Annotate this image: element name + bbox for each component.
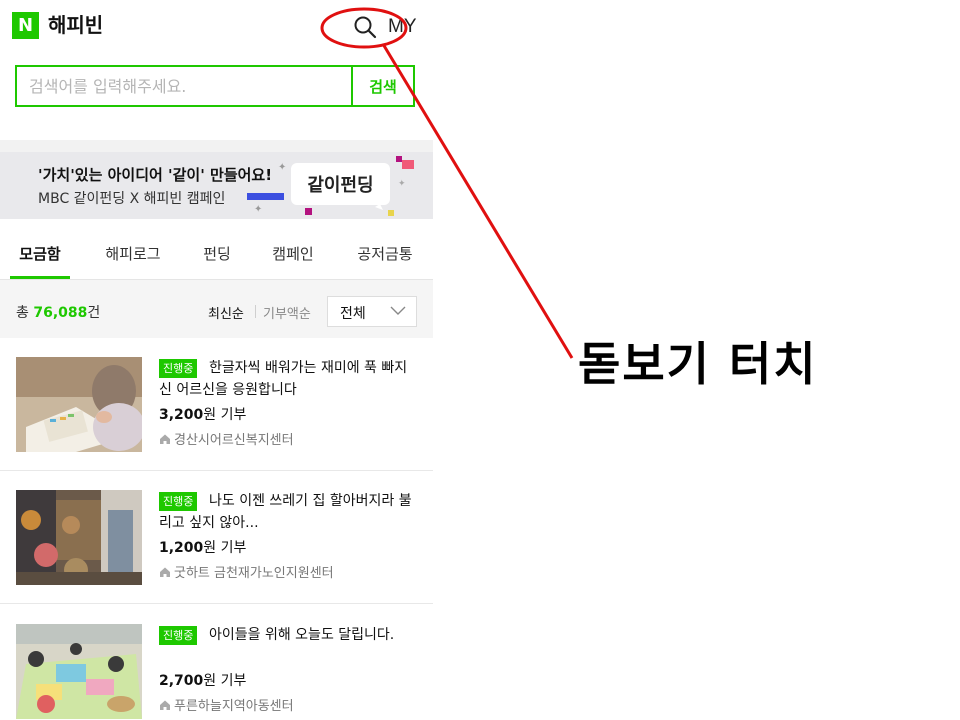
- svg-text:✦: ✦: [254, 204, 262, 215]
- sort-divider: [255, 305, 256, 318]
- tab-piggybank[interactable]: 공저금통: [348, 232, 422, 279]
- mobile-screen: N 해피빈 MY 검색 '가치'있는 아이디어 '같이' 만들어요! MBC 같…: [0, 0, 433, 720]
- tab-happylog[interactable]: 해피로그: [96, 232, 170, 279]
- search-bar: 검색: [15, 65, 415, 107]
- category-select-value: 전체: [340, 306, 366, 322]
- list-item[interactable]: 진행중 한글자씩 배워가는 재미에 푹 빠지신 어르신을 응원합니다 3,200…: [0, 337, 433, 471]
- item-organization[interactable]: 굿하트 금천재가노인지원센터: [159, 562, 334, 581]
- total-count-text: 총 76,088건: [16, 302, 100, 322]
- tab-funding[interactable]: 펀딩: [193, 232, 241, 279]
- item-thumbnail: [16, 624, 142, 719]
- amount-suffix: 원 기부: [203, 540, 247, 556]
- amount-value: 1,200: [159, 540, 204, 556]
- search-icon[interactable]: [352, 14, 378, 40]
- home-icon: [160, 434, 170, 444]
- item-amount: 3,200원 기부: [159, 404, 246, 424]
- list-item[interactable]: 진행중 아이들을 위해 오늘도 달립니다. 2,700원 기부 푸른하늘지역아동…: [0, 604, 433, 720]
- amount-suffix: 원 기부: [203, 407, 247, 423]
- total-prefix: 총: [16, 305, 34, 321]
- category-select[interactable]: 전체: [327, 296, 417, 327]
- item-amount: 1,200원 기부: [159, 537, 246, 557]
- total-count: 76,088: [33, 305, 88, 321]
- list-item[interactable]: 진행중 나도 이젠 쓰레기 집 할아버지라 불리고 싶지 않아... 1,200…: [0, 470, 433, 604]
- tab-donation-box[interactable]: 모금함: [10, 232, 70, 279]
- organization-name: 푸른하늘지역아동센터: [174, 699, 294, 714]
- home-icon: [160, 567, 170, 577]
- amount-suffix: 원 기부: [203, 673, 247, 689]
- amount-value: 3,200: [159, 407, 204, 423]
- item-title[interactable]: 나도 이젠 쓰레기 집 할아버지라 불리고 싶지 않아...: [159, 490, 414, 534]
- home-icon: [160, 700, 170, 710]
- sort-amount-button[interactable]: 기부액순: [263, 303, 311, 322]
- tab-campaign[interactable]: 캠페인: [263, 232, 323, 279]
- sort-recent-button[interactable]: 최신순: [208, 303, 244, 322]
- item-amount: 2,700원 기부: [159, 670, 246, 690]
- search-input[interactable]: [17, 67, 351, 105]
- annotation-label: 돋보기 터치: [578, 337, 818, 391]
- svg-text:✦: ✦: [398, 179, 406, 189]
- item-thumbnail: [16, 490, 142, 585]
- banner-logo: 같이펀딩: [291, 163, 390, 205]
- item-organization[interactable]: 푸른하늘지역아동센터: [159, 695, 294, 714]
- item-organization[interactable]: 경산시어르신복지센터: [159, 429, 294, 448]
- search-button[interactable]: 검색: [351, 67, 413, 105]
- my-button[interactable]: MY: [388, 14, 417, 40]
- organization-name: 굿하트 금천재가노인지원센터: [174, 566, 334, 581]
- amount-value: 2,700: [159, 673, 204, 689]
- total-suffix: 건: [87, 305, 101, 321]
- naver-logo[interactable]: N: [12, 12, 39, 39]
- chevron-down-icon: [390, 306, 406, 315]
- organization-name: 경산시어르신복지센터: [174, 433, 294, 448]
- app-title[interactable]: 해피빈: [48, 12, 103, 38]
- item-title[interactable]: 아이들을 위해 오늘도 달립니다.: [159, 624, 414, 646]
- svg-text:✦: ✦: [278, 162, 286, 173]
- item-title[interactable]: 한글자씩 배워가는 재미에 푹 빠지신 어르신을 응원합니다: [159, 357, 414, 401]
- section-divider: [0, 140, 433, 152]
- item-thumbnail: [16, 357, 142, 452]
- header: N 해피빈 MY: [0, 0, 433, 52]
- category-tabs: 모금함 해피로그 펀딩 캠페인 공저금통: [0, 232, 433, 280]
